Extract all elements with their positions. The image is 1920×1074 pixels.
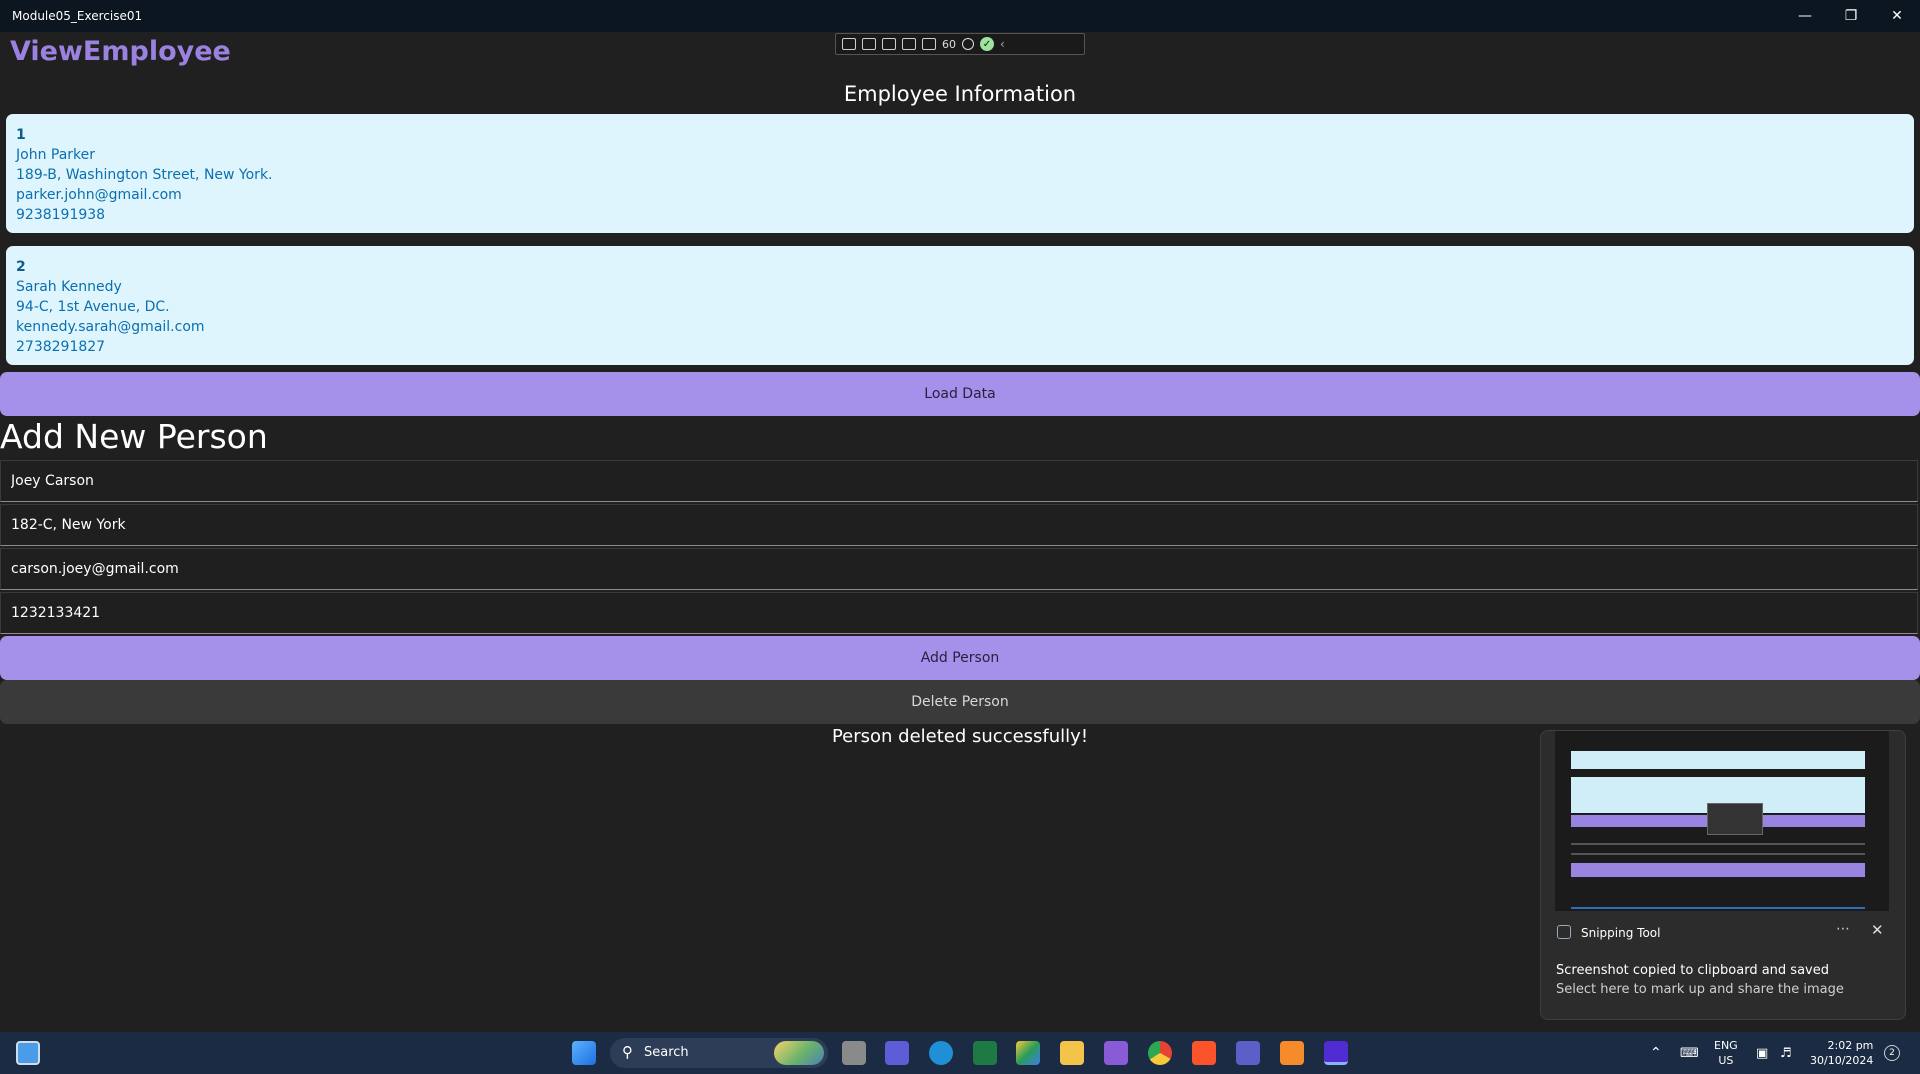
address-input[interactable] bbox=[1, 505, 1917, 545]
minimize-button[interactable]: — bbox=[1782, 0, 1828, 32]
file-explorer-icon[interactable] bbox=[1060, 1041, 1084, 1065]
employee-email: parker.john@gmail.com bbox=[16, 187, 182, 203]
add-person-header: Add New Person bbox=[0, 417, 268, 456]
xampp-icon[interactable] bbox=[1280, 1041, 1304, 1065]
employee-email: kennedy.sarah@gmail.com bbox=[16, 319, 205, 335]
edge-icon[interactable] bbox=[929, 1041, 953, 1065]
teams-chat-icon[interactable] bbox=[885, 1041, 909, 1065]
restore-button[interactable]: ❐ bbox=[1828, 0, 1874, 32]
close-window-button[interactable]: ✕ bbox=[1874, 0, 1920, 32]
employee-id: 1 bbox=[16, 127, 26, 143]
employee-name: Sarah Kennedy bbox=[16, 279, 122, 295]
employee-name: John Parker bbox=[16, 147, 96, 163]
visual-studio-icon[interactable] bbox=[1104, 1041, 1128, 1065]
google-drive-icon[interactable] bbox=[1016, 1041, 1040, 1065]
add-person-button[interactable]: Add Person bbox=[0, 636, 1920, 680]
time-label: 2:02 pm bbox=[1827, 1039, 1874, 1052]
clock[interactable]: 2:02 pm 30/10/2024 bbox=[1810, 1032, 1873, 1074]
chevron-up-icon[interactable]: ⌃ bbox=[1650, 1032, 1662, 1074]
teams-icon[interactable] bbox=[1236, 1041, 1260, 1065]
snipping-tool-icon bbox=[1557, 925, 1571, 939]
debug-toolbar: 60 ✓ ‹ bbox=[835, 33, 1085, 55]
brave-icon[interactable] bbox=[1192, 1041, 1216, 1065]
page-title: ViewEmployee bbox=[10, 36, 231, 67]
chevron-left-icon[interactable]: ‹ bbox=[1000, 37, 1005, 51]
date-label: 30/10/2024 bbox=[1810, 1054, 1874, 1067]
snipping-tool-notification[interactable]: Snipping Tool ⋯ ✕ Screenshot copied to c… bbox=[1540, 730, 1906, 1020]
display-adorners-icon[interactable] bbox=[902, 38, 916, 50]
region-label: US bbox=[1718, 1054, 1734, 1067]
phone-field[interactable] bbox=[0, 592, 1918, 634]
employee-address: 94-C, 1st Avenue, DC. bbox=[16, 299, 170, 315]
load-data-button[interactable]: Load Data bbox=[0, 372, 1920, 416]
taskbar: ⚲ Search ⌃ ⌨ ENG US ▣ ♬ 2:02 pm 30/10/20… bbox=[0, 1032, 1920, 1074]
section-title: Employee Information bbox=[843, 82, 1077, 106]
window-title: Module05_Exercise01 bbox=[12, 9, 143, 23]
live-visual-tree-icon[interactable] bbox=[842, 38, 856, 50]
toast-app-name: Snipping Tool bbox=[1581, 926, 1661, 940]
search-icon: ⚲ bbox=[622, 1043, 633, 1061]
screenshot-thumbnail[interactable] bbox=[1555, 731, 1889, 911]
select-element-icon[interactable] bbox=[882, 38, 896, 50]
name-field[interactable] bbox=[0, 460, 1918, 502]
start-icon[interactable] bbox=[572, 1041, 596, 1065]
camera-icon[interactable] bbox=[862, 38, 876, 50]
accessibility-icon[interactable] bbox=[962, 38, 974, 50]
search-label: Search bbox=[644, 1045, 689, 1060]
language-indicator[interactable]: ENG US bbox=[1714, 1032, 1738, 1074]
language-label: ENG bbox=[1714, 1039, 1738, 1052]
employee-card[interactable]: 1 John Parker 189-B, Washington Street, … bbox=[6, 114, 1914, 233]
delete-person-button[interactable]: Delete Person bbox=[0, 680, 1920, 724]
name-input[interactable] bbox=[1, 461, 1917, 501]
email-input[interactable] bbox=[1, 549, 1917, 589]
fps-counter[interactable]: 60 bbox=[942, 38, 956, 51]
dotnet-app-icon[interactable] bbox=[1324, 1041, 1348, 1065]
volume-icon[interactable]: ♬ bbox=[1780, 1032, 1792, 1074]
track-focus-icon[interactable] bbox=[922, 38, 936, 50]
keyboard-icon[interactable]: ⌨ bbox=[1680, 1032, 1699, 1074]
email-field[interactable] bbox=[0, 548, 1918, 590]
hot-reload-status-icon[interactable]: ✓ bbox=[980, 37, 994, 51]
employee-phone: 2738291827 bbox=[16, 339, 106, 355]
search-highlight-icon bbox=[774, 1041, 824, 1065]
more-options-icon[interactable]: ⋯ bbox=[1836, 921, 1850, 937]
toast-title: Screenshot copied to clipboard and saved bbox=[1556, 963, 1829, 978]
employee-phone: 9238191938 bbox=[16, 207, 106, 223]
address-field[interactable] bbox=[0, 504, 1918, 546]
network-icon[interactable]: ▣ bbox=[1756, 1032, 1768, 1074]
window-titlebar: Module05_Exercise01 — ❐ ✕ bbox=[0, 0, 1920, 32]
excel-icon[interactable] bbox=[973, 1041, 997, 1065]
employee-card[interactable]: 2 Sarah Kennedy 94-C, 1st Avenue, DC. ke… bbox=[6, 246, 1914, 365]
notification-badge[interactable]: 2 bbox=[1884, 1032, 1900, 1074]
close-icon[interactable]: ✕ bbox=[1871, 921, 1884, 939]
phone-input[interactable] bbox=[1, 593, 1917, 633]
toast-body: Select here to mark up and share the ima… bbox=[1556, 982, 1844, 997]
notification-count: 2 bbox=[1884, 1045, 1900, 1061]
employee-id: 2 bbox=[16, 259, 26, 275]
taskbar-search[interactable]: ⚲ Search bbox=[610, 1038, 828, 1068]
task-view-icon[interactable] bbox=[842, 1041, 866, 1065]
chrome-icon[interactable] bbox=[1148, 1041, 1172, 1065]
widgets-icon[interactable] bbox=[16, 1041, 40, 1065]
employee-address: 189-B, Washington Street, New York. bbox=[16, 167, 273, 183]
